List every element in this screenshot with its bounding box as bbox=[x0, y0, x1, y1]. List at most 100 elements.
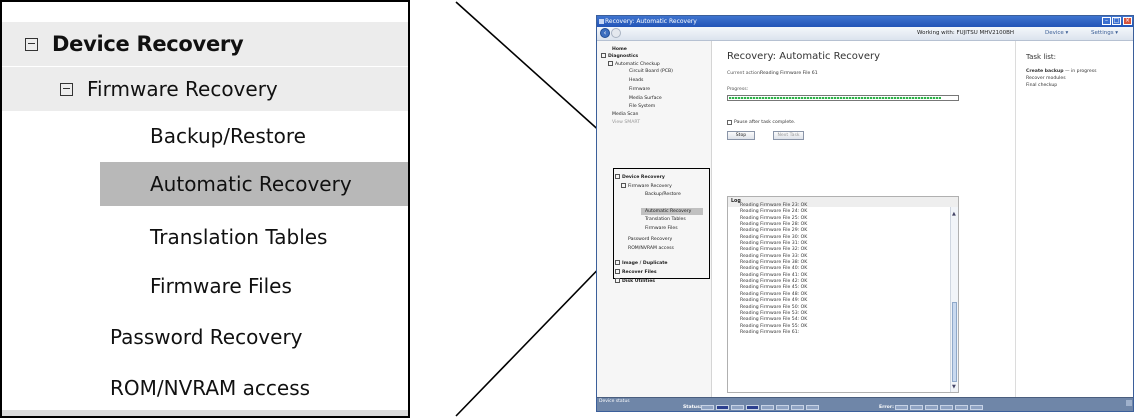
current-action-value: Reading Firmware File 61 bbox=[760, 71, 818, 76]
device-status-label: Device status bbox=[599, 399, 630, 404]
log-line: Reading Firmware File 54: OK bbox=[740, 317, 808, 323]
collapse-icon[interactable] bbox=[608, 61, 613, 66]
expand-icon[interactable] bbox=[615, 278, 620, 283]
status-cell-crr bbox=[776, 405, 789, 410]
log-line: Reading Firmware File 32: OK bbox=[740, 247, 808, 253]
window-title: Recovery: Automatic Recovery bbox=[605, 18, 697, 25]
scroll-up-icon[interactable]: ▲ bbox=[952, 211, 956, 217]
back-arrow-icon[interactable]: ‹ bbox=[600, 28, 610, 38]
task-status: — in progress bbox=[1064, 69, 1097, 74]
sidebar-diagnostics-label: Diagnostics bbox=[608, 54, 639, 59]
settings-menu[interactable]: Settings ▾ bbox=[1091, 30, 1118, 36]
scrollbar-thumb[interactable] bbox=[952, 302, 957, 382]
error-register-label: Error: bbox=[879, 405, 894, 410]
sidebar-item-firmware[interactable]: Firmware bbox=[629, 87, 650, 92]
error-cell-inf bbox=[925, 405, 938, 410]
status-cell-bsy bbox=[701, 405, 714, 410]
status-cell-drq bbox=[761, 405, 774, 410]
forward-arrow-icon[interactable] bbox=[611, 28, 621, 38]
zoom-device-recovery-row[interactable]: Device Recovery bbox=[2, 22, 408, 66]
pause-checkbox[interactable] bbox=[727, 120, 732, 125]
resize-grip-icon[interactable] bbox=[1126, 400, 1132, 406]
status-cell-dsc bbox=[746, 405, 759, 410]
collapse-icon[interactable] bbox=[25, 37, 38, 51]
task-item: Recover modules bbox=[1026, 76, 1066, 81]
progress-bar bbox=[727, 95, 959, 101]
stop-button[interactable]: Stop bbox=[727, 131, 755, 140]
app-window: Recovery: Automatic Recovery – □ × ‹ Wor… bbox=[596, 15, 1134, 412]
task-item: Create backup — in progress bbox=[1026, 69, 1097, 74]
sidebar-item-disk-utilities[interactable]: Disk Utilities bbox=[615, 278, 655, 284]
log-line: Reading Firmware File 45: OK bbox=[740, 285, 808, 291]
sidebar-item-image-duplicate[interactable]: Image / Duplicate bbox=[615, 260, 668, 266]
sidebar-item-diagnostics[interactable]: Diagnostics bbox=[601, 53, 638, 59]
log-line: Reading Firmware File 55: OK bbox=[740, 323, 808, 329]
sidebar-item-recover-files[interactable]: Recover Files bbox=[615, 269, 657, 275]
zoom-firmware-recovery-row[interactable]: Firmware Recovery bbox=[2, 67, 408, 111]
sidebar-disk-utilities-label: Disk Utilities bbox=[622, 279, 656, 284]
sidebar-automatic-checkup-label: Automatic Checkup bbox=[615, 62, 660, 67]
zoom-callout: Device Recovery Firmware Recovery Backup… bbox=[0, 0, 410, 418]
minimize-icon[interactable]: – bbox=[1102, 17, 1111, 25]
sidebar-item-home[interactable]: Home bbox=[612, 47, 627, 52]
zoom-firmware-files-item[interactable]: Firmware Files bbox=[2, 264, 408, 308]
log-scrollbar[interactable]: ▲ ▼ bbox=[950, 207, 958, 392]
zoom-backup-restore-item[interactable]: Backup/Restore bbox=[2, 114, 408, 158]
expand-icon[interactable] bbox=[615, 260, 620, 265]
log-line: Reading Firmware File 29: OK bbox=[740, 228, 808, 234]
progress-label: Progress: bbox=[727, 87, 749, 92]
status-register-label: Status: bbox=[683, 405, 702, 410]
next-task-button[interactable]: Next Task bbox=[773, 131, 804, 140]
status-cell-err bbox=[806, 405, 819, 410]
working-with-label: Working with: FUJITSU MHV2100BH bbox=[917, 30, 1015, 36]
status-cell-idx bbox=[791, 405, 804, 410]
zoom-automatic-recovery-item[interactable]: Automatic Recovery bbox=[100, 162, 408, 206]
maximize-icon[interactable]: □ bbox=[1112, 17, 1121, 25]
app-icon bbox=[599, 19, 604, 24]
zoom-divider bbox=[2, 410, 408, 416]
task-label: Create backup bbox=[1026, 69, 1064, 74]
sidebar-item-view-smart[interactable]: View SMART bbox=[612, 120, 640, 125]
navigation-bar: ‹ Working with: FUJITSU MHV2100BH Device… bbox=[597, 27, 1133, 41]
error-cell-t0n bbox=[955, 405, 968, 410]
page-title: Recovery: Automatic Recovery bbox=[727, 51, 881, 62]
sidebar: Home Diagnostics Automatic Checkup Circu… bbox=[597, 41, 712, 397]
log-line: Reading Firmware File 49: OK bbox=[740, 298, 808, 304]
progress-fill bbox=[729, 97, 941, 99]
expand-icon[interactable] bbox=[615, 269, 620, 274]
sidebar-recover-files-label: Recover Files bbox=[622, 270, 657, 275]
error-cell-abr bbox=[940, 405, 953, 410]
zoom-password-recovery-item[interactable]: Password Recovery bbox=[2, 315, 408, 359]
title-bar: Recovery: Automatic Recovery – □ × bbox=[597, 16, 1133, 27]
log-list: Reading Firmware File 23: OK Reading Firm… bbox=[740, 203, 807, 336]
zoom-rom-nvram-item[interactable]: ROM/NVRAM access bbox=[2, 366, 408, 410]
main-content: Recovery: Automatic Recovery Current act… bbox=[712, 41, 1012, 397]
sidebar-item-media-surface[interactable]: Media Surface bbox=[629, 96, 662, 101]
task-list-panel: Task list: Create backup — in progress R… bbox=[1015, 41, 1133, 397]
log-line: Reading Firmware File 40: OK bbox=[740, 266, 808, 272]
device-menu[interactable]: Device ▾ bbox=[1045, 30, 1068, 36]
sidebar-item-file-system[interactable]: File System bbox=[629, 104, 655, 109]
log-line: Reading Firmware File 61: bbox=[740, 329, 800, 335]
zoom-translation-tables-item[interactable]: Translation Tables bbox=[2, 215, 408, 259]
sidebar-item-heads[interactable]: Heads bbox=[629, 78, 643, 83]
status-bar: Device status Status: Error: bbox=[597, 397, 1133, 411]
sidebar-item-automatic-checkup[interactable]: Automatic Checkup bbox=[608, 61, 660, 67]
task-list-title: Task list: bbox=[1026, 53, 1056, 61]
pause-label: Pause after task complete. bbox=[734, 120, 796, 125]
close-icon[interactable]: × bbox=[1123, 17, 1132, 25]
collapse-icon[interactable] bbox=[601, 53, 606, 58]
sidebar-item-circuit-board[interactable]: Circuit Board (PCB) bbox=[629, 69, 673, 74]
sidebar-item-media-scan[interactable]: Media Scan bbox=[612, 112, 638, 117]
zoom-firmware-recovery-label: Firmware Recovery bbox=[87, 77, 278, 101]
log-panel: Log Reading Firmware File 23: OK Reading … bbox=[727, 196, 959, 393]
scroll-down-icon[interactable]: ▼ bbox=[952, 384, 956, 390]
current-action-label: Current action: bbox=[727, 71, 762, 76]
collapse-icon[interactable] bbox=[60, 82, 73, 96]
status-cell-dwf bbox=[731, 405, 744, 410]
zoom-device-recovery-label: Device Recovery bbox=[52, 32, 244, 56]
log-line: Reading Firmware File 50: OK bbox=[740, 304, 808, 310]
task-item: Final checkup bbox=[1026, 83, 1058, 88]
status-cell-drd bbox=[716, 405, 729, 410]
error-cell-unc bbox=[910, 405, 923, 410]
